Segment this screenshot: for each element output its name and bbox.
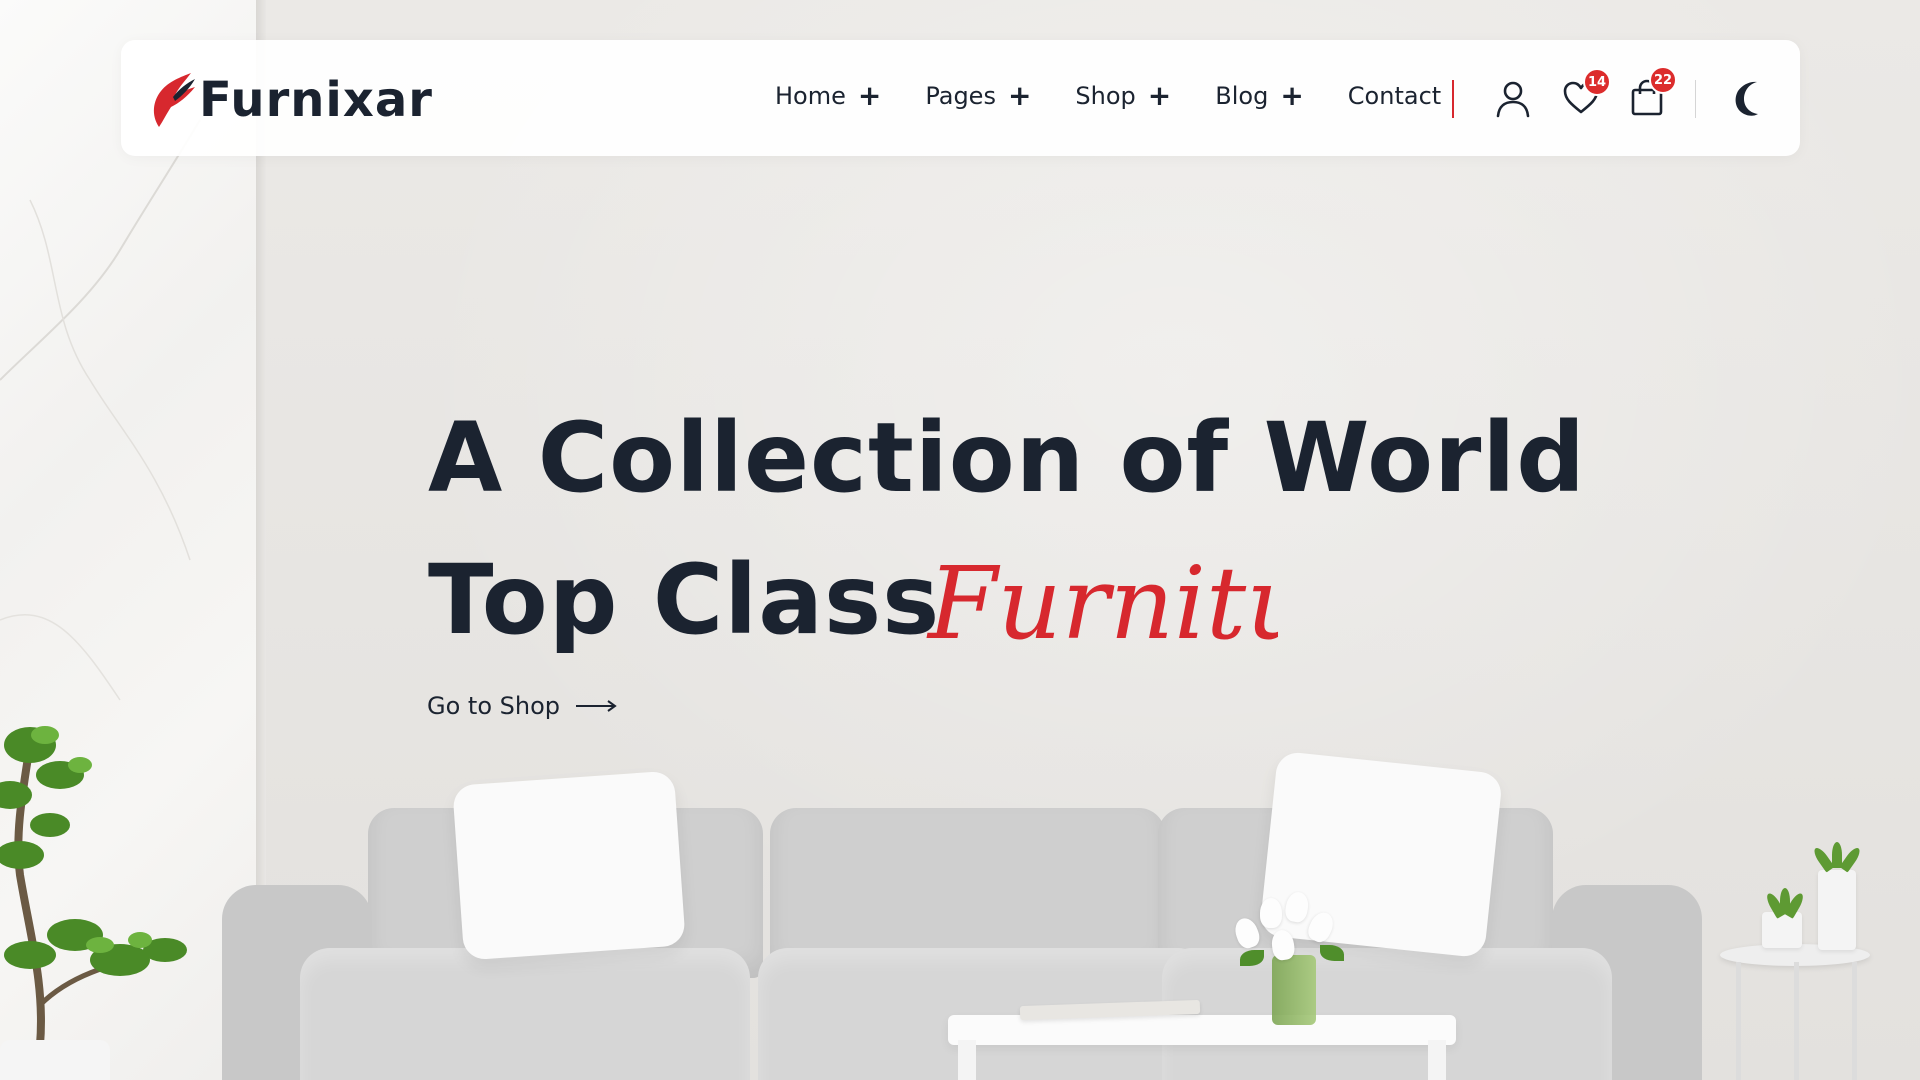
nav-item-label: Contact [1347,82,1442,110]
nav-item-label: Pages [925,82,996,110]
cart-button[interactable]: 22 [1627,66,1677,118]
brand-name: Furnixar [199,72,433,128]
nav-item-blog[interactable]: Blog + [1215,79,1304,112]
nav-item-home[interactable]: Home + [775,79,882,112]
nav-divider [1452,80,1454,118]
nav-item-shop[interactable]: Shop + [1075,79,1172,112]
theme-toggle-button[interactable] [1731,78,1771,118]
cart-count-badge: 22 [1649,66,1677,94]
hero-script-word: Furniture [926,545,1278,662]
user-icon [1496,81,1530,118]
arrow-right-icon [576,700,617,712]
wishlist-count-badge: 14 [1583,68,1611,96]
wishlist-button[interactable]: 14 [1561,68,1611,118]
main-nav: Home + Pages + Shop + Blog + Contact [775,76,1441,116]
script-word-text: Furniture [926,545,1278,662]
leaf-logo-icon [153,73,195,127]
logo[interactable]: Furnixar [149,68,433,132]
cta-label: Go to Shop [427,692,560,720]
nav-item-label: Home [775,82,846,110]
site-header: Furnixar Home + Pages + Shop + Blog + Co… [121,40,1800,156]
plus-icon: + [1280,79,1304,112]
hero-title-line-2: Top Class [428,544,941,656]
nav-item-label: Blog [1215,82,1269,110]
plus-icon: + [1007,79,1032,112]
nav-item-label: Shop [1075,82,1136,110]
go-to-shop-link[interactable]: Go to Shop [427,692,618,720]
moon-icon [1735,81,1758,116]
nav-item-pages[interactable]: Pages + [925,79,1032,112]
icon-divider [1695,80,1696,118]
account-button[interactable] [1493,78,1533,118]
plus-icon: + [857,79,882,112]
hero-title-line-1: A Collection of World [428,402,1586,514]
plus-icon: + [1147,79,1172,112]
nav-item-contact[interactable]: Contact [1348,82,1441,110]
